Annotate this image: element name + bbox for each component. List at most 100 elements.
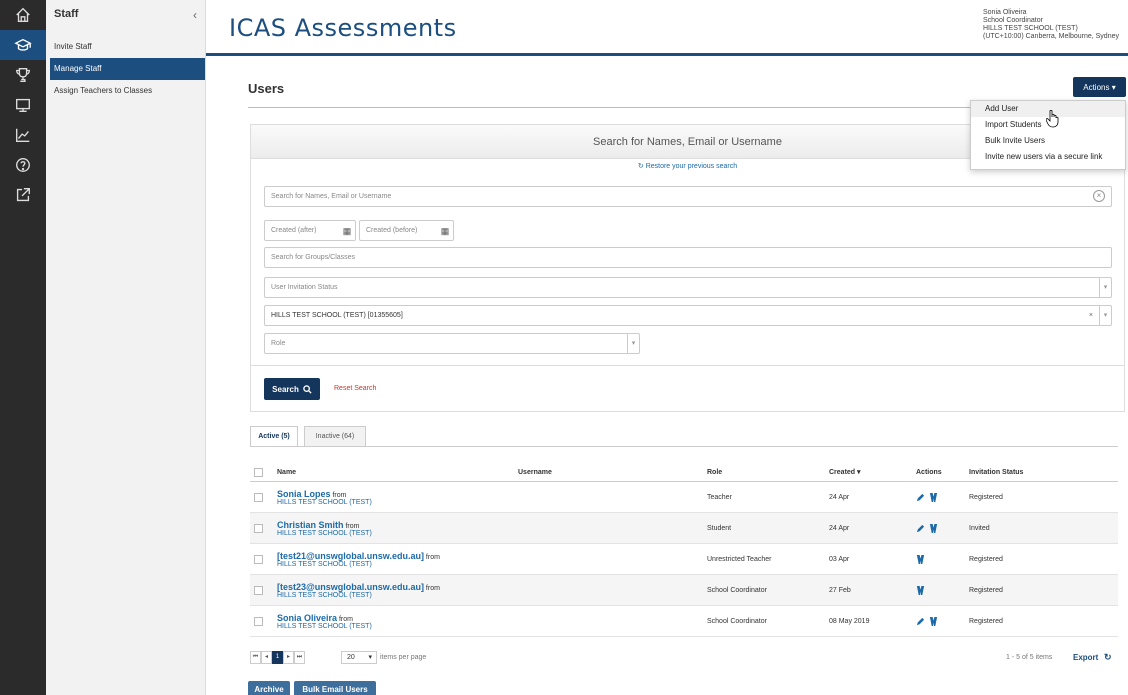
school-link[interactable]: HILLS TEST SCHOOL (TEST) <box>277 499 372 506</box>
user-name-link[interactable]: Christian Smith <box>277 520 344 530</box>
page-title: Users <box>248 81 285 96</box>
prev-page-icon[interactable]: ◂ <box>261 651 272 664</box>
created-cell: 27 Feb <box>829 586 851 594</box>
groups-placeholder: Search for Groups/Classes <box>271 254 356 261</box>
edit-pencil-icon[interactable] <box>916 493 925 502</box>
access-icon[interactable] <box>929 523 938 534</box>
header-invitation-status[interactable]: Invitation Status <box>969 463 1023 481</box>
role-select[interactable]: Role ▾ <box>264 333 640 354</box>
user-name-link[interactable]: Sonia Lopes <box>277 489 331 499</box>
header-username[interactable]: Username <box>518 463 552 481</box>
chart-icon[interactable] <box>0 120 46 150</box>
row-checkbox[interactable] <box>254 616 263 626</box>
actions-button[interactable]: Actions ▾ <box>1073 77 1126 97</box>
last-page-icon[interactable]: ⏭ <box>294 651 305 664</box>
chevron-down-icon: ▾ <box>1099 278 1111 297</box>
select-all-checkbox[interactable] <box>254 467 263 477</box>
school-link[interactable]: HILLS TEST SCHOOL (TEST) <box>277 592 440 599</box>
sidebar-item-manage-staff[interactable]: Manage Staff <box>50 58 205 80</box>
collapse-chevron-icon[interactable]: ‹ <box>193 8 197 22</box>
clear-search-icon[interactable]: × <box>1093 190 1105 202</box>
search-button-label: Search <box>272 384 299 394</box>
external-link-icon[interactable] <box>0 180 46 210</box>
created-after-input[interactable]: Created (after) ▦ <box>264 220 356 241</box>
name-search-input[interactable]: Search for Names, Email or Username × <box>264 186 1112 207</box>
row-checkbox[interactable] <box>254 554 263 564</box>
row-checkbox[interactable] <box>254 523 263 533</box>
archive-button[interactable]: Archive <box>248 681 290 695</box>
clear-school-icon[interactable]: × <box>1089 306 1093 325</box>
groups-search-input[interactable]: Search for Groups/Classes <box>264 247 1112 268</box>
table-row: Sonia Lopes from HILLS TEST SCHOOL (TEST… <box>250 482 1118 513</box>
search-icon <box>303 384 312 394</box>
access-icon[interactable] <box>929 616 938 627</box>
user-info: Sonia Oliveira School Coordinator HILLS … <box>983 9 1119 41</box>
sidebar-header: Staff ‹ <box>46 0 205 36</box>
row-checkbox[interactable] <box>254 585 263 595</box>
header-role[interactable]: Role <box>707 463 722 481</box>
access-icon[interactable] <box>916 554 925 565</box>
name-search-placeholder: Search for Names, Email or Username <box>271 193 392 200</box>
reset-search-link[interactable]: Reset Search <box>334 385 376 392</box>
restore-label: Restore your previous search <box>645 163 738 170</box>
role-placeholder: Role <box>271 340 286 347</box>
from-label: from <box>345 522 360 530</box>
refresh-icon[interactable]: ↻ <box>1104 652 1112 663</box>
header-name[interactable]: Name <box>277 463 296 481</box>
hand-cursor-icon <box>1045 109 1060 130</box>
tab-active[interactable]: Active (5) <box>250 426 298 446</box>
from-label: from <box>332 491 347 499</box>
next-page-icon[interactable]: ▸ <box>283 651 294 664</box>
created-cell: 24 Apr <box>829 524 850 532</box>
access-icon[interactable] <box>916 585 925 596</box>
sidebar-item-assign-teachers[interactable]: Assign Teachers to Classes <box>46 80 205 102</box>
school-select[interactable]: HILLS TEST SCHOOL (TEST) [01355605] × ▾ <box>264 305 1112 326</box>
from-label: from <box>338 615 353 623</box>
restore-icon: ↻ <box>637 163 646 170</box>
current-page[interactable]: 1 <box>272 651 283 664</box>
items-per-page-label: items per page <box>380 654 427 661</box>
tab-inactive[interactable]: Inactive (64) <box>304 426 366 446</box>
user-name: Sonia Oliveira <box>983 9 1027 16</box>
school-link[interactable]: HILLS TEST SCHOOL (TEST) <box>277 561 440 568</box>
sidebar-title: Staff <box>54 8 79 20</box>
menu-item-bulk-invite[interactable]: Bulk Invite Users <box>971 133 1125 149</box>
edit-pencil-icon[interactable] <box>916 617 925 626</box>
user-name-link[interactable]: [test23@unswglobal.unsw.edu.au] <box>277 582 424 592</box>
first-page-icon[interactable]: ⏮ <box>250 651 261 664</box>
home-icon[interactable] <box>0 0 46 30</box>
chevron-down-icon: ▾ <box>368 654 372 661</box>
role-cell: School Coordinator <box>707 617 767 625</box>
search-button[interactable]: Search <box>264 378 320 400</box>
page-size-select[interactable]: 20 ▾ <box>341 651 377 664</box>
user-timezone: (UTC+10:00) Canberra, Melbourne, Sydney <box>983 33 1119 40</box>
user-role: School Coordinator <box>983 17 1043 24</box>
row-checkbox[interactable] <box>254 492 263 502</box>
menu-item-invite-secure-link[interactable]: Invite new users via a secure link <box>971 149 1125 165</box>
search-footer-divider <box>251 365 1124 366</box>
table-row: [test23@unswglobal.unsw.edu.au] from HIL… <box>250 575 1118 606</box>
bulk-email-button[interactable]: Bulk Email Users <box>294 681 376 695</box>
invitation-status-select[interactable]: User Invitation Status ▾ <box>264 277 1112 298</box>
trophy-icon[interactable] <box>0 60 46 90</box>
user-name-link[interactable]: [test21@unswglobal.unsw.edu.au] <box>277 551 424 561</box>
from-label: from <box>425 584 440 592</box>
export-link[interactable]: Export <box>1073 653 1098 662</box>
pager: ⏮ ◂ 1 ▸ ⏭ <box>250 651 305 665</box>
school-link[interactable]: HILLS TEST SCHOOL (TEST) <box>277 623 372 630</box>
sidebar-item-invite-staff[interactable]: Invite Staff <box>46 36 205 58</box>
created-before-input[interactable]: Created (before) ▦ <box>359 220 454 241</box>
monitor-icon[interactable] <box>0 90 46 120</box>
table-row: [test21@unswglobal.unsw.edu.au] from HIL… <box>250 544 1118 575</box>
edit-pencil-icon[interactable] <box>916 524 925 533</box>
graduation-cap-icon[interactable] <box>0 30 46 60</box>
school-link[interactable]: HILLS TEST SCHOOL (TEST) <box>277 530 372 537</box>
school-value: HILLS TEST SCHOOL (TEST) [01355605] <box>271 312 403 319</box>
user-name-link[interactable]: Sonia Oliveira <box>277 613 337 623</box>
help-icon[interactable] <box>0 150 46 180</box>
access-icon[interactable] <box>929 492 938 503</box>
calendar-icon[interactable]: ▦ <box>439 222 451 239</box>
header-created[interactable]: Created ▾ <box>829 463 861 481</box>
page-size-value: 20 <box>347 654 355 661</box>
calendar-icon[interactable]: ▦ <box>341 222 353 239</box>
